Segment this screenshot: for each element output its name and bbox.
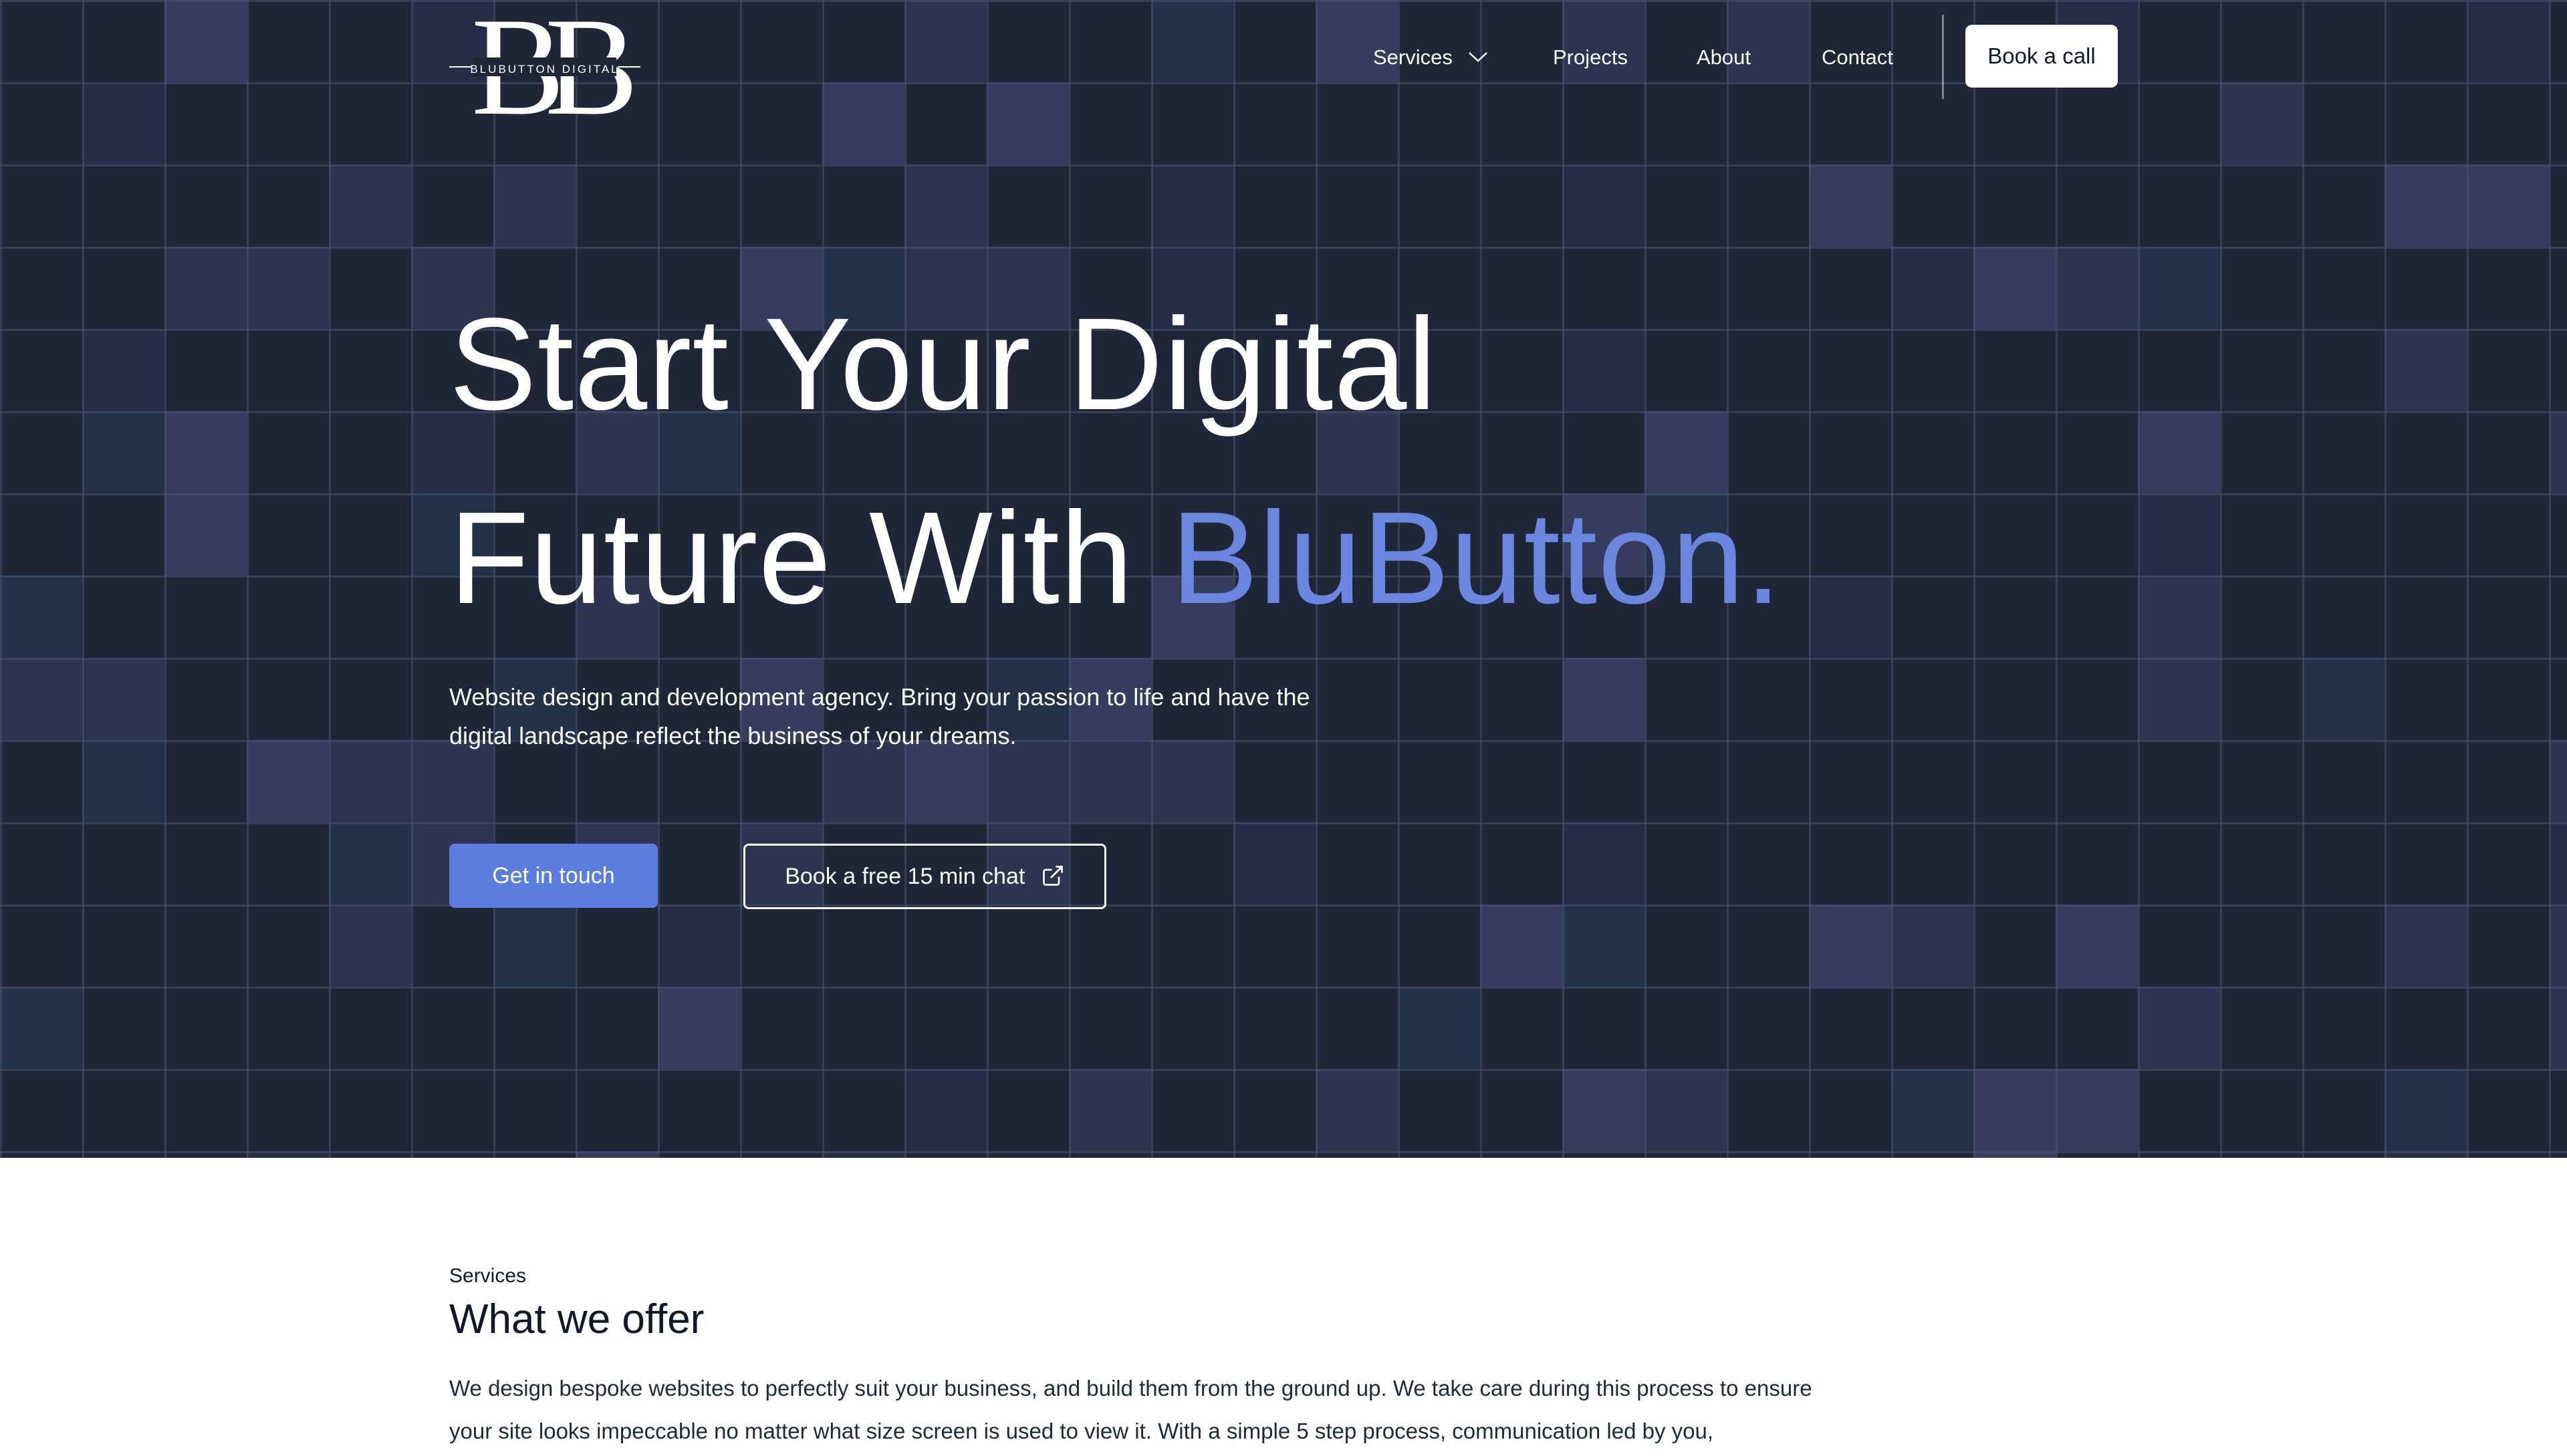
grid-cell	[1151, 164, 1233, 247]
grid-cell	[82, 658, 164, 740]
grid-cell	[1562, 904, 1644, 987]
grid-cell	[2138, 658, 2220, 740]
main-nav: Services Projects About Contact Book a c…	[0, 0, 2567, 114]
grid-cell	[2056, 904, 2138, 987]
headline-accent: BluButton.	[1171, 485, 1782, 631]
nav-divider	[1942, 15, 1944, 99]
grid-cell	[1891, 1069, 1973, 1151]
grid-cell	[1233, 822, 1316, 904]
services-body: We design bespoke websites to perfectly …	[449, 1376, 1812, 1443]
grid-cell	[2385, 164, 2467, 247]
nav-item-contact[interactable]: Contact	[1822, 41, 1893, 74]
grid-cell	[2138, 987, 2220, 1069]
grid-cell	[2385, 1069, 2467, 1151]
external-link-icon	[1042, 866, 1063, 886]
grid-cell	[164, 493, 247, 576]
nav-item-about[interactable]: About	[1697, 41, 1751, 74]
grid-cell	[904, 164, 987, 247]
grid-cell	[0, 576, 82, 658]
grid-cell	[493, 164, 576, 247]
grid-cell	[493, 904, 576, 987]
grid-cell	[2549, 411, 2567, 493]
grid-cell	[2302, 658, 2385, 740]
services-title: What we offer	[449, 1296, 705, 1342]
grid-cell	[82, 740, 164, 822]
services-eyebrow: Services	[449, 1265, 527, 1287]
grid-cell	[329, 904, 411, 987]
grid-cell	[1973, 1069, 2056, 1151]
grid-cell	[2138, 411, 2220, 493]
grid-cell	[82, 329, 164, 411]
grid-cell	[576, 1151, 658, 1158]
grid-cell	[1644, 1069, 1727, 1151]
grid-cell	[2138, 576, 2220, 658]
grid-cell	[2056, 1069, 2138, 1151]
grid-cell	[2549, 740, 2567, 822]
grid-cell	[0, 658, 82, 740]
grid-cell	[329, 164, 411, 247]
grid-cell	[1316, 1069, 1398, 1151]
nav-item-label: Contact	[1822, 45, 1893, 69]
grid-cell	[2549, 904, 2567, 987]
grid-cell	[822, 1151, 904, 1158]
grid-cell	[1069, 1069, 1151, 1151]
grid-cell	[1398, 987, 1480, 1069]
grid-cell	[2138, 247, 2220, 329]
nav-item-services[interactable]: Services	[1373, 41, 1488, 74]
grid-cell	[1480, 904, 1562, 987]
grid-cell	[247, 740, 329, 822]
chevron-down-icon	[1468, 51, 1487, 62]
grid-cell	[1891, 247, 1973, 329]
grid-cell	[247, 247, 329, 329]
grid-cell	[247, 1151, 329, 1158]
grid-cell	[2385, 329, 2467, 411]
grid-cell	[164, 247, 247, 329]
book-free-chat-button[interactable]: Book a free 15 min chat	[743, 844, 1106, 909]
grid-cell	[2385, 1151, 2467, 1158]
grid-cell	[164, 411, 247, 493]
grid-cell	[658, 987, 740, 1069]
grid-cell	[1809, 904, 1891, 987]
hero-headline: Start Your Digital Future With BluButton…	[449, 267, 1782, 655]
get-in-touch-button[interactable]: Get in touch	[449, 844, 658, 908]
grid-cell	[2549, 822, 2567, 904]
grid-cell	[658, 904, 740, 987]
grid-cell	[904, 1069, 987, 1151]
grid-cell	[1562, 164, 1644, 247]
grid-cell	[2549, 987, 2567, 1069]
headline-line-2: Future With	[449, 485, 1171, 631]
grid-cell	[1562, 1069, 1644, 1151]
grid-cell	[1562, 822, 1644, 904]
nav-item-label: About	[1697, 45, 1751, 69]
grid-cell	[2385, 904, 2467, 987]
grid-cell	[1973, 1151, 2056, 1158]
book-free-chat-label: Book a free 15 min chat	[785, 864, 1025, 889]
grid-cell	[329, 822, 411, 904]
book-a-call-button[interactable]: Book a call	[1965, 25, 2118, 88]
grid-cell	[1809, 164, 1891, 247]
headline-line-1: Start Your Digital	[449, 291, 1437, 437]
grid-cell	[2056, 247, 2138, 329]
grid-cell	[2138, 493, 2220, 576]
grid-cell	[1562, 658, 1644, 740]
grid-cell	[82, 411, 164, 493]
nav-item-label: Projects	[1553, 45, 1628, 69]
grid-cell	[1973, 247, 2056, 329]
grid-cell	[329, 740, 411, 822]
hero-section: BB BLUBUTTON DIGITAL Services Projects A…	[0, 0, 2567, 1158]
nav-item-label: Services	[1373, 45, 1453, 69]
grid-cell	[1891, 904, 1973, 987]
nav-item-projects[interactable]: Projects	[1553, 41, 1628, 74]
grid-cell	[2467, 164, 2549, 247]
hero-subtext: Website design and development agency. B…	[449, 683, 1310, 749]
grid-cell	[1809, 576, 1891, 658]
grid-cell	[0, 987, 82, 1069]
